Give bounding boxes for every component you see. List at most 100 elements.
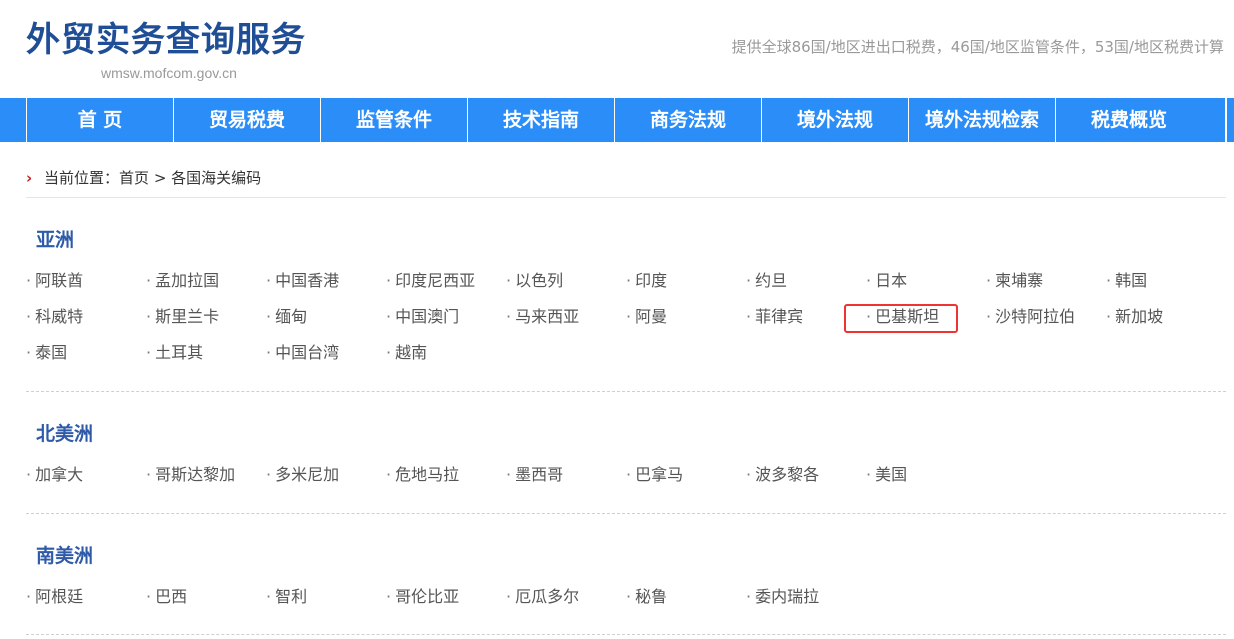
bullet-icon: · bbox=[146, 343, 152, 362]
country-label: 中国澳门 bbox=[395, 307, 460, 326]
country-link[interactable]: · 阿根廷 bbox=[26, 579, 83, 615]
country-link[interactable]: · 阿联酋 bbox=[26, 263, 83, 299]
bullet-icon: · bbox=[266, 587, 272, 606]
country-link[interactable]: · 土耳其 bbox=[146, 335, 203, 371]
bullet-icon: · bbox=[26, 343, 32, 362]
region-title: 亚洲 bbox=[36, 229, 75, 251]
country-label: 斯里兰卡 bbox=[155, 307, 220, 326]
site-title[interactable]: 外贸实务查询服务 bbox=[26, 18, 306, 62]
country-link[interactable]: · 加拿大 bbox=[26, 457, 83, 493]
country-link[interactable]: · 孟加拉国 bbox=[146, 263, 219, 299]
bullet-icon: · bbox=[26, 307, 32, 326]
country-link[interactable]: · 斯里兰卡 bbox=[146, 299, 219, 335]
bullet-icon: · bbox=[266, 307, 272, 326]
country-link[interactable]: · 以色列 bbox=[506, 263, 563, 299]
nav-item-home[interactable]: 首 页 bbox=[26, 98, 173, 142]
nav-item-foreign-law-search[interactable]: 境外法规检索 bbox=[908, 98, 1055, 142]
country-link[interactable]: · 波多黎各 bbox=[746, 457, 819, 493]
country-label: 阿曼 bbox=[635, 307, 668, 326]
country-link[interactable]: · 印度 bbox=[626, 263, 667, 299]
country-label: 中国香港 bbox=[275, 271, 340, 290]
country-link[interactable]: · 美国 bbox=[866, 457, 907, 493]
country-link[interactable]: · 新加坡 bbox=[1106, 299, 1163, 335]
country-label: 韩国 bbox=[1115, 271, 1148, 290]
nav-divider bbox=[1225, 98, 1227, 142]
country-label: 墨西哥 bbox=[515, 465, 564, 484]
bullet-icon: · bbox=[506, 587, 512, 606]
country-label: 巴西 bbox=[155, 587, 188, 606]
country-label: 阿根廷 bbox=[35, 587, 84, 606]
country-link[interactable]: · 阿曼 bbox=[626, 299, 667, 335]
country-link[interactable]: · 巴拿马 bbox=[626, 457, 683, 493]
country-link[interactable]: · 秘鲁 bbox=[626, 579, 667, 615]
country-link[interactable]: · 沙特阿拉伯 bbox=[986, 299, 1075, 335]
country-link[interactable]: · 泰国 bbox=[26, 335, 67, 371]
country-link[interactable]: · 墨西哥 bbox=[506, 457, 563, 493]
nav-item-commerce-law[interactable]: 商务法规 bbox=[614, 98, 761, 142]
country-label: 多米尼加 bbox=[275, 465, 340, 484]
country-link[interactable]: · 缅甸 bbox=[266, 299, 307, 335]
bullet-icon: · bbox=[986, 271, 992, 290]
country-link[interactable]: · 中国香港 bbox=[266, 263, 339, 299]
country-link[interactable]: · 多米尼加 bbox=[266, 457, 339, 493]
country-label: 阿联酋 bbox=[35, 271, 84, 290]
site-description: 提供全球86国/地区进出口税费，46国/地区监管条件，53国/地区税费计算 bbox=[731, 38, 1224, 56]
country-label: 以色列 bbox=[515, 271, 564, 290]
country-label: 泰国 bbox=[35, 343, 68, 362]
country-link[interactable]: · 委内瑞拉 bbox=[746, 579, 819, 615]
country-link[interactable]: · 科威特 bbox=[26, 299, 83, 335]
country-label: 印度 bbox=[635, 271, 668, 290]
country-link[interactable]: · 巴西 bbox=[146, 579, 187, 615]
breadcrumb-home-link[interactable]: 首页 bbox=[119, 169, 149, 187]
breadcrumb: › 当前位置：首页 > 各国海关编码 bbox=[26, 166, 261, 190]
country-label: 波多黎各 bbox=[755, 465, 820, 484]
nav-item-technical-guide[interactable]: 技术指南 bbox=[467, 98, 614, 142]
country-label: 日本 bbox=[875, 271, 908, 290]
nav-item-foreign-law[interactable]: 境外法规 bbox=[761, 98, 908, 142]
bullet-icon: · bbox=[986, 307, 992, 326]
country-link[interactable]: · 马来西亚 bbox=[506, 299, 579, 335]
country-label: 加拿大 bbox=[35, 465, 84, 484]
country-label: 厄瓜多尔 bbox=[515, 587, 580, 606]
country-label: 美国 bbox=[875, 465, 908, 484]
country-link[interactable]: · 日本 bbox=[866, 263, 907, 299]
bullet-icon: · bbox=[266, 343, 272, 362]
nav-item-regulatory-conditions[interactable]: 监管条件 bbox=[320, 98, 467, 142]
country-label: 孟加拉国 bbox=[155, 271, 220, 290]
country-label: 委内瑞拉 bbox=[755, 587, 820, 606]
country-link[interactable]: · 印度尼西亚 bbox=[386, 263, 475, 299]
country-link[interactable]: · 韩国 bbox=[1106, 263, 1147, 299]
country-label: 缅甸 bbox=[275, 307, 308, 326]
country-link[interactable]: · 智利 bbox=[266, 579, 307, 615]
bullet-icon: · bbox=[146, 271, 152, 290]
nav-item-trade-tax[interactable]: 贸易税费 bbox=[173, 98, 320, 142]
country-link[interactable]: · 哥伦比亚 bbox=[386, 579, 459, 615]
country-label: 科威特 bbox=[35, 307, 84, 326]
country-link[interactable]: · 越南 bbox=[386, 335, 427, 371]
region-title: 南美洲 bbox=[36, 545, 94, 567]
country-link[interactable]: · 危地马拉 bbox=[386, 457, 459, 493]
bullet-icon: · bbox=[26, 587, 32, 606]
country-label: 沙特阿拉伯 bbox=[995, 307, 1076, 326]
bullet-icon: · bbox=[626, 307, 632, 326]
country-link[interactable]: · 中国澳门 bbox=[386, 299, 459, 335]
bullet-icon: · bbox=[386, 587, 392, 606]
nav-item-tax-overview[interactable]: 税费概览 bbox=[1055, 98, 1225, 142]
bullet-icon: · bbox=[1106, 271, 1112, 290]
country-link[interactable]: · 约旦 bbox=[746, 263, 787, 299]
bullet-icon: · bbox=[626, 587, 632, 606]
country-link[interactable]: · 哥斯达黎加 bbox=[146, 457, 235, 493]
country-link[interactable]: · 菲律宾 bbox=[746, 299, 803, 335]
bullet-icon: · bbox=[386, 343, 392, 362]
bullet-icon: · bbox=[746, 465, 752, 484]
country-label: 哥伦比亚 bbox=[395, 587, 460, 606]
bullet-icon: · bbox=[866, 465, 872, 484]
bullet-icon: · bbox=[266, 271, 272, 290]
country-link[interactable]: · 中国台湾 bbox=[266, 335, 339, 371]
bullet-icon: · bbox=[746, 271, 752, 290]
country-label: 哥斯达黎加 bbox=[155, 465, 236, 484]
country-link[interactable]: · 柬埔寨 bbox=[986, 263, 1043, 299]
country-link[interactable]: · 厄瓜多尔 bbox=[506, 579, 579, 615]
bullet-icon: · bbox=[866, 271, 872, 290]
bullet-icon: · bbox=[386, 307, 392, 326]
